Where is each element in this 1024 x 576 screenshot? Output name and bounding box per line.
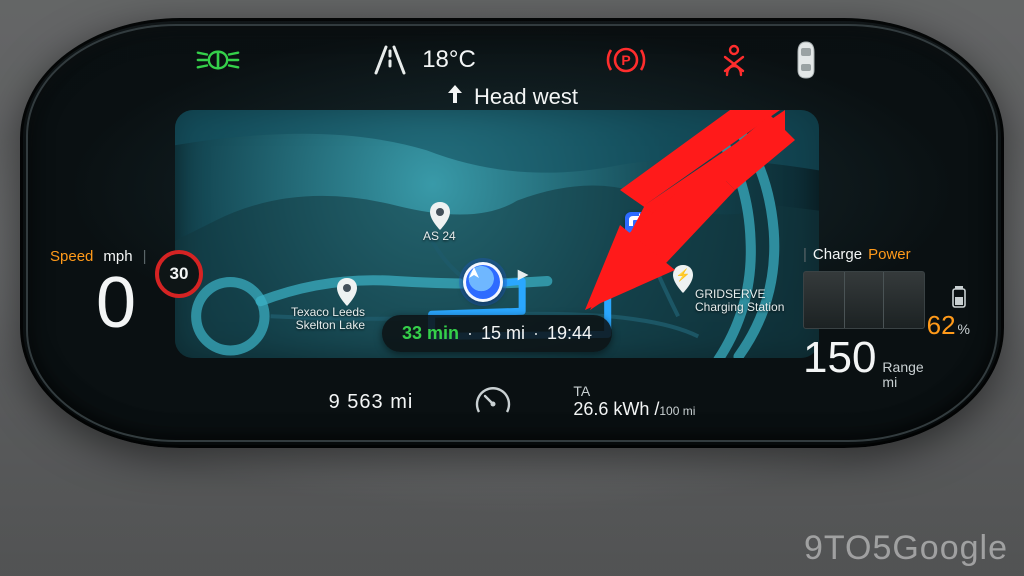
turn-chip bbox=[625, 212, 663, 242]
temp-group: 18°C bbox=[368, 43, 476, 77]
eta-distance: 15 mi bbox=[481, 323, 525, 344]
svg-text:⚡: ⚡ bbox=[676, 268, 691, 282]
divider: | bbox=[803, 246, 807, 263]
arrow-up-icon bbox=[446, 84, 464, 110]
speed-limit-sign: 30 bbox=[155, 250, 203, 298]
range-label: Range bbox=[882, 360, 923, 375]
lane-assist-icon bbox=[368, 43, 412, 77]
speed-limit-value: 30 bbox=[170, 264, 189, 284]
ambient-temp: 18°C bbox=[422, 46, 476, 74]
energy-economy: TA 26.6 kWh /100 mi bbox=[573, 384, 695, 419]
svg-text:P: P bbox=[621, 52, 630, 68]
power-label: Power bbox=[868, 246, 911, 263]
charge-power-gauge bbox=[803, 271, 925, 329]
parking-brake-icon: P bbox=[604, 43, 648, 77]
poi-pin[interactable]: ⚡ bbox=[673, 265, 693, 293]
charge-label: Charge bbox=[813, 246, 862, 263]
eta-duration: 33 min bbox=[402, 323, 459, 344]
car-top-icon bbox=[784, 43, 828, 77]
headlights-icon bbox=[196, 43, 240, 77]
battery-percent: 62 % bbox=[927, 310, 970, 341]
separator-dot: · bbox=[467, 323, 473, 344]
seatbelt-icon bbox=[712, 43, 756, 77]
range-value: 150 bbox=[803, 333, 876, 383]
nav-map[interactable]: AS 24 Texaco Leeds Skelton Lake ⚡ GRIDSE… bbox=[175, 110, 819, 358]
battery-icon bbox=[952, 286, 966, 313]
poi-label: GRIDSERVE Charging Station bbox=[695, 288, 815, 314]
bottom-info-row: 9 563 mi TA 26.6 kWh /100 mi bbox=[20, 382, 1004, 422]
instrument-cluster: 18°C P bbox=[20, 18, 1004, 448]
eta-arrival: 19:44 bbox=[547, 323, 592, 344]
battery-percent-value: 62 bbox=[927, 310, 956, 341]
eta-pill[interactable]: 33 min · 15 mi · 19:44 bbox=[382, 315, 612, 352]
poi-label: Texaco Leeds Skelton Lake bbox=[275, 306, 365, 332]
econ-unit: 100 mi bbox=[659, 404, 695, 418]
battery-percent-suffix: % bbox=[958, 321, 970, 337]
poi-pin[interactable] bbox=[337, 278, 357, 306]
speed-label: Speed bbox=[50, 248, 93, 265]
nav-instruction-text: Head west bbox=[474, 84, 578, 110]
divider: | bbox=[143, 248, 147, 265]
mini-gauge-icon bbox=[473, 382, 513, 422]
heading-arrow-icon bbox=[501, 266, 529, 284]
poi-pin[interactable] bbox=[430, 202, 450, 230]
econ-value: 26.6 kWh / bbox=[573, 399, 659, 419]
energy-block: | Charge Power 62 % 150 Range mi bbox=[803, 246, 968, 391]
separator-dot: · bbox=[533, 323, 539, 344]
nav-instruction: Head west bbox=[20, 84, 1004, 110]
poi-label: AS 24 bbox=[423, 230, 456, 243]
econ-tag: TA bbox=[573, 384, 590, 399]
speed-block: Speed mph | 30 0 bbox=[50, 248, 180, 336]
telltale-row: 18°C P bbox=[20, 38, 1004, 82]
watermark: 9TO5Google bbox=[804, 529, 1008, 568]
location-puck bbox=[463, 262, 503, 302]
odometer: 9 563 mi bbox=[329, 391, 414, 414]
